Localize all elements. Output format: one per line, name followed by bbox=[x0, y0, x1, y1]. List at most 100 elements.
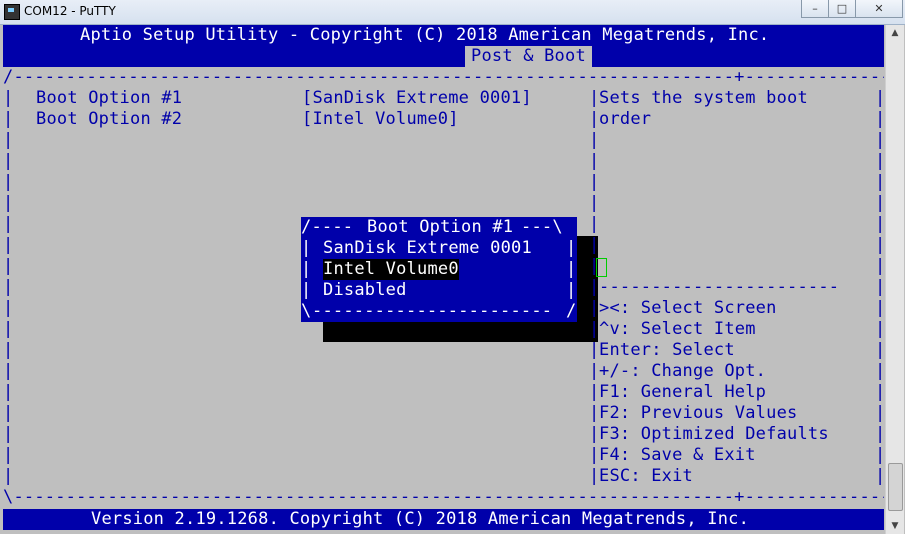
frame-divider-bar: | bbox=[589, 445, 600, 465]
window-title: COM12 - PuTTY bbox=[24, 4, 116, 18]
frame-left-bar: | bbox=[3, 256, 14, 276]
key-help-f4: F4: Save & Exit bbox=[599, 445, 756, 465]
frame-divider-bar: | bbox=[589, 151, 600, 171]
frame-divider-bar: | bbox=[589, 382, 600, 402]
popup-choice-intel-selected[interactable]: Intel Volume0 bbox=[323, 259, 459, 280]
frame-right-bar: | bbox=[875, 445, 884, 465]
bios-tab-bar: Post & Boot bbox=[3, 46, 884, 67]
frame-right-bar: | bbox=[875, 88, 884, 108]
boot-option-1-label[interactable]: Boot Option #1 bbox=[36, 88, 182, 109]
tab-post-and-boot[interactable]: Post & Boot bbox=[465, 46, 592, 67]
window-titlebar: COM12 - PuTTY – □ ✕ bbox=[0, 0, 905, 25]
boot-option-popup[interactable]: /---- Boot Option #1 ---\ | SanDisk Extr… bbox=[301, 217, 577, 322]
popup-title: Boot Option #1 bbox=[367, 217, 514, 237]
key-help-select-screen: ><: Select Screen bbox=[599, 298, 777, 318]
frame-left-bar: | bbox=[3, 319, 14, 339]
frame-right-bar: | bbox=[875, 319, 884, 339]
popup-choice-1-row[interactable]: | SanDisk Extreme 0001 | bbox=[301, 238, 576, 259]
frame-left-bar: | bbox=[3, 298, 14, 318]
frame-left-bar: | bbox=[3, 214, 14, 234]
minimize-button[interactable]: – bbox=[801, 0, 829, 18]
popup-choice-2-row[interactable]: | Intel Volume0 | bbox=[301, 259, 576, 280]
popup-choice-sandisk[interactable]: SanDisk Extreme 0001 bbox=[323, 238, 532, 259]
help-text-line-2: order bbox=[599, 109, 652, 129]
frame-divider-bar: | bbox=[589, 340, 600, 360]
bios-header-title: Aptio Setup Utility - Copyright (C) 2018… bbox=[80, 25, 770, 45]
scroll-up-arrow-icon[interactable]: ▲ bbox=[886, 25, 904, 41]
frame-left-bar: | bbox=[3, 277, 14, 297]
frame-right-bar: | bbox=[875, 403, 884, 423]
bios-footer: Version 2.19.1268. Copyright (C) 2018 Am… bbox=[3, 509, 884, 530]
frame-right-bar: | bbox=[875, 277, 884, 297]
frame-left-bar: | bbox=[3, 235, 14, 255]
close-button[interactable]: ✕ bbox=[855, 0, 903, 18]
frame-left-bar: | bbox=[3, 424, 14, 444]
frame-right-bar: | bbox=[875, 235, 884, 255]
boot-option-2-value[interactable]: [Intel Volume0] bbox=[302, 109, 459, 130]
terminal-scrollbar[interactable]: ▲ ▼ bbox=[885, 25, 904, 534]
frame-divider-bar: | bbox=[589, 193, 600, 213]
maximize-button[interactable]: □ bbox=[828, 0, 856, 18]
bios-header: Aptio Setup Utility - Copyright (C) 2018… bbox=[3, 25, 884, 46]
frame-right-bar: | bbox=[875, 172, 884, 192]
key-help-f3: F3: Optimized Defaults bbox=[599, 424, 829, 444]
frame-divider-bar: | bbox=[589, 466, 600, 486]
frame-divider-bar: | bbox=[589, 403, 600, 423]
frame-right-bar: | bbox=[875, 298, 884, 318]
key-help-change-opt: +/-: Change Opt. bbox=[599, 361, 767, 381]
frame-right-bar: | bbox=[875, 130, 884, 150]
frame-left-bar: | bbox=[3, 151, 14, 171]
frame-right-bar: | bbox=[875, 256, 884, 276]
scroll-thumb[interactable] bbox=[888, 463, 903, 511]
frame-divider-bar: | bbox=[589, 298, 600, 318]
frame-divider-bar: | bbox=[589, 277, 600, 297]
frame-divider-bar: | bbox=[589, 319, 600, 339]
frame-left-bar: | bbox=[3, 340, 14, 360]
frame-right-bar: | bbox=[875, 361, 884, 381]
frame-left-bar: | bbox=[3, 130, 14, 150]
key-help-enter: Enter: Select bbox=[599, 340, 735, 360]
key-help-f1: F1: General Help bbox=[599, 382, 767, 402]
frame-left-bar: | bbox=[3, 88, 14, 108]
frame-divider-bar: | bbox=[589, 88, 600, 108]
frame-top-border: /---------------------------------------… bbox=[3, 67, 884, 87]
frame-left-bar: | bbox=[3, 361, 14, 381]
key-help-f2: F2: Previous Values bbox=[599, 403, 798, 423]
frame-right-bar: | bbox=[875, 214, 884, 234]
frame-divider-bar: | bbox=[589, 214, 600, 234]
putty-icon[interactable] bbox=[4, 4, 20, 20]
frame-right-bar: | bbox=[875, 193, 884, 213]
popup-title-border: /---- Boot Option #1 ---\ bbox=[301, 217, 563, 237]
frame-right-bar: | bbox=[875, 382, 884, 402]
boot-option-2-label[interactable]: Boot Option #2 bbox=[36, 109, 182, 130]
frame-bottom-border: \---------------------------------------… bbox=[3, 487, 884, 507]
frame-left-bar: | bbox=[3, 403, 14, 423]
frame-left-bar: | bbox=[3, 172, 14, 192]
frame-right-bar: | bbox=[875, 340, 884, 360]
frame-left-bar: | bbox=[3, 382, 14, 402]
scroll-down-arrow-icon[interactable]: ▼ bbox=[886, 518, 904, 534]
keys-divider: ----------------------- bbox=[599, 277, 840, 297]
terminal-screen[interactable]: Aptio Setup Utility - Copyright (C) 2018… bbox=[3, 25, 884, 534]
key-help-esc: ESC: Exit bbox=[599, 466, 694, 486]
frame-left-bar: | bbox=[3, 466, 14, 486]
frame-divider-bar: | bbox=[589, 361, 600, 381]
bios-footer-text: Version 2.19.1268. Copyright (C) 2018 Am… bbox=[91, 509, 750, 529]
frame-left-bar: | bbox=[3, 193, 14, 213]
frame-divider-bar: | bbox=[589, 256, 600, 276]
frame-right-bar: | bbox=[875, 466, 884, 486]
frame-right-bar: | bbox=[875, 151, 884, 171]
help-text-line-1: Sets the system boot bbox=[599, 88, 808, 108]
popup-bottom-border: \ ----------------------- / bbox=[301, 301, 577, 321]
frame-right-bar: | bbox=[875, 424, 884, 444]
popup-choice-3-row[interactable]: | Disabled | bbox=[301, 280, 576, 301]
frame-left-bar: | bbox=[3, 109, 14, 129]
frame-divider-bar: | bbox=[589, 424, 600, 444]
frame-divider-bar: | bbox=[589, 130, 600, 150]
key-help-select-item: ^v: Select Item bbox=[599, 319, 756, 339]
frame-divider-bar: | bbox=[589, 235, 600, 255]
boot-option-1-value[interactable]: [SanDisk Extreme 0001] bbox=[302, 88, 532, 109]
frame-left-bar: | bbox=[3, 445, 14, 465]
popup-choice-disabled[interactable]: Disabled bbox=[323, 280, 407, 301]
frame-right-bar: | bbox=[875, 109, 884, 129]
